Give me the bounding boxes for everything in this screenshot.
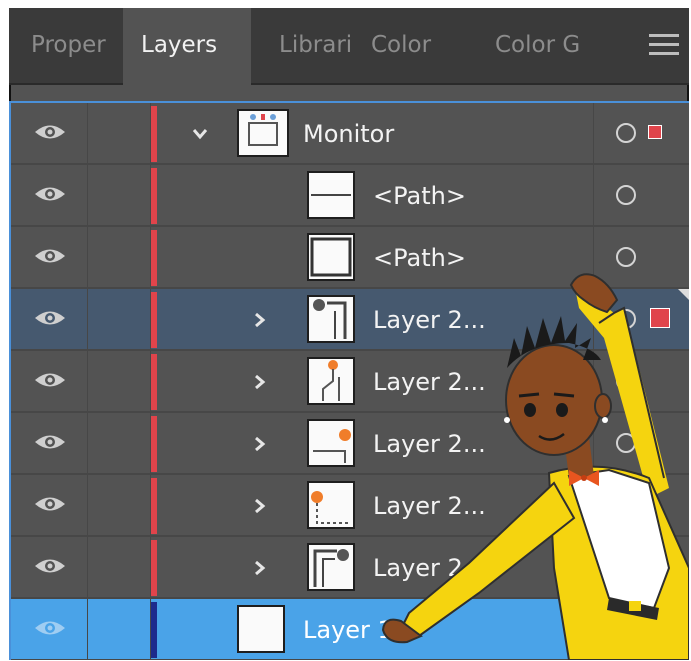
eye-icon [35,497,65,511]
lock-toggle[interactable] [88,289,151,349]
target-cell[interactable] [593,351,689,411]
target-cell[interactable] [593,475,689,535]
lock-toggle[interactable] [88,599,151,659]
lock-toggle[interactable] [88,475,151,535]
layer-row[interactable]: Layer 1 [11,599,689,660]
tab-color[interactable]: Color [371,8,461,83]
layer-row[interactable]: <Path> [11,227,689,289]
layer-color-bar [151,168,157,224]
tab-libraries[interactable]: Librari [279,8,361,83]
lock-toggle[interactable] [88,103,151,163]
layer-color-bar [151,230,157,286]
chevron-right-icon[interactable] [251,435,269,453]
layer-thumbnail [237,109,289,157]
visibility-toggle[interactable] [11,165,88,225]
chevron-right-icon[interactable] [251,559,269,577]
target-circle-icon[interactable] [616,495,636,515]
layers-list: Monitor <Path> <Path> Layer 2... Layer 2… [9,101,689,660]
layer-name[interactable]: Layer 2... [373,475,486,537]
target-cell[interactable] [593,227,689,287]
layer-row[interactable]: Monitor [11,103,689,165]
chevron-right-icon[interactable] [251,497,269,515]
layer-color-bar [151,106,157,162]
eye-icon [35,125,65,139]
layer-row[interactable]: Layer 2... [11,475,689,537]
layer-row[interactable]: Layer 2... [11,413,689,475]
eye-icon [35,559,65,573]
visibility-toggle[interactable] [11,103,88,163]
layer-color-bar [151,416,157,472]
layer-name[interactable]: Monitor [303,103,394,165]
layer-thumbnail [307,233,355,281]
tab-color-guide[interactable]: Color G [495,8,591,83]
target-circle-icon[interactable] [616,557,636,577]
target-circle-icon[interactable] [616,433,636,453]
target-circle-icon[interactable] [616,185,636,205]
chevron-right-icon[interactable] [251,373,269,391]
layer-thumbnail [237,605,285,653]
chevron-right-icon[interactable] [251,311,269,329]
visibility-toggle[interactable] [11,289,88,349]
layer-color-bar [151,540,157,596]
eye-icon [35,311,65,325]
layer-name[interactable]: Layer 2... [373,289,486,351]
lock-toggle[interactable] [88,165,151,225]
target-cell[interactable] [593,165,689,225]
target-circle-icon[interactable] [616,309,636,329]
layer-name[interactable]: Layer 2... [373,351,486,413]
visibility-toggle[interactable] [11,351,88,411]
lock-toggle[interactable] [88,351,151,411]
visibility-toggle[interactable] [11,413,88,473]
eye-icon [35,187,65,201]
layer-thumbnail [307,295,355,343]
target-circle-icon[interactable] [616,619,636,639]
layer-name[interactable]: <Path> [373,227,466,289]
layer-thumbnail [307,481,355,529]
eye-icon [35,373,65,387]
layer-row[interactable]: <Path> [11,165,689,227]
target-cell[interactable] [593,103,689,163]
visibility-toggle[interactable] [11,599,88,659]
tab-properties[interactable]: Proper [31,8,125,83]
hamburger-menu-icon[interactable] [649,34,679,56]
target-circle-icon[interactable] [616,371,636,391]
target-cell[interactable] [593,289,689,349]
layer-name[interactable]: Layer 1 [303,599,393,660]
layer-name[interactable]: <Path> [373,165,466,227]
target-cell[interactable] [593,537,689,597]
corner-marker [678,289,689,303]
layer-row[interactable]: Layer 2... [11,289,689,351]
layer-color-bar [151,292,157,348]
layer-color-bar [151,602,157,658]
lock-toggle[interactable] [88,413,151,473]
eye-icon [35,249,65,263]
lock-toggle[interactable] [88,227,151,287]
eye-icon [35,435,65,449]
layer-thumbnail [307,419,355,467]
layer-row[interactable]: Layer 2... [11,351,689,413]
layer-name[interactable]: Layer 2... [373,413,486,475]
target-cell[interactable] [593,413,689,473]
layer-color-bar [151,354,157,410]
panel-tab-bar: Proper Layers Librari Color Color G [9,8,689,85]
selection-indicator [648,125,662,139]
layer-thumbnail [307,357,355,405]
tab-layers[interactable]: Layers [123,8,251,85]
chevron-down-icon[interactable] [191,125,209,143]
layer-row[interactable]: Layer 2 [11,537,689,599]
target-cell[interactable] [593,599,689,659]
visibility-toggle[interactable] [11,475,88,535]
selection-indicator [650,308,670,328]
layer-color-bar [151,478,157,534]
visibility-toggle[interactable] [11,537,88,597]
lock-toggle[interactable] [88,537,151,597]
layer-name[interactable]: Layer 2 [373,537,463,599]
target-circle-icon[interactable] [616,247,636,267]
layer-thumbnail [307,171,355,219]
layer-thumbnail [307,543,355,591]
visibility-toggle[interactable] [11,227,88,287]
layers-panel: Proper Layers Librari Color Color G Moni… [9,8,689,660]
eye-icon [35,621,65,635]
target-circle-icon[interactable] [616,123,636,143]
